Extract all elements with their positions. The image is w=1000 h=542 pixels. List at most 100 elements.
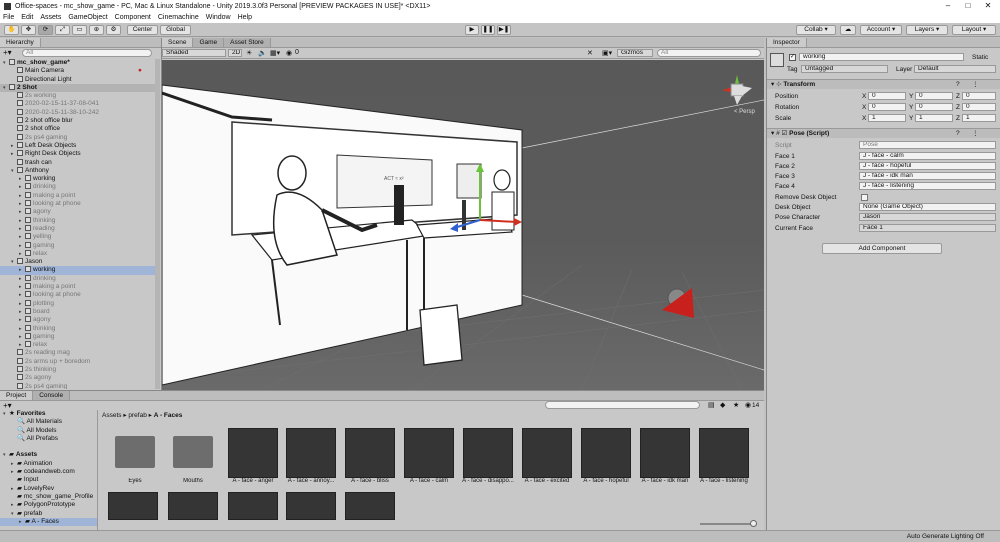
hierarchy-item[interactable]: Directional Light	[0, 75, 158, 84]
rotate-tool-icon[interactable]: ⟳	[38, 25, 53, 35]
hidden-objects-icon[interactable]: ◉	[286, 49, 292, 57]
asset-folder[interactable]: ▸ ▰ LovelyRev	[0, 485, 97, 493]
scene-viewport[interactable]: ACT ≈ x² < Persp	[162, 60, 764, 390]
hierarchy-item[interactable]: ▸ gaming	[0, 332, 158, 341]
hierarchy-item[interactable]: ▸ making a point	[0, 283, 158, 291]
position-x-field[interactable]: 0	[868, 92, 906, 100]
pause-button[interactable]: ❚❚	[481, 25, 495, 35]
asset-folder[interactable]: ▸ ▰ codeandweb.com	[0, 468, 97, 476]
filter-type-icon[interactable]: ▤	[708, 401, 715, 409]
static-toggle[interactable]: Static	[972, 54, 988, 61]
hierarchy-item[interactable]: 2s ps4 gaming	[0, 382, 158, 389]
face-prefab-thumbnail[interactable]	[522, 428, 572, 478]
tab-inspector[interactable]: Inspector	[767, 38, 807, 47]
hierarchy-item[interactable]: ▸ drinking	[0, 183, 158, 191]
favorite-item[interactable]: 🔍 All Models	[0, 427, 97, 435]
camera-icon[interactable]: ▣▾	[602, 49, 612, 57]
hierarchy-item[interactable]: ▸ relax	[0, 341, 158, 349]
asset-folder[interactable]: ▸ ▰ Animation	[0, 460, 97, 468]
favorite-item[interactable]: 🔍 All Materials	[0, 418, 97, 426]
face-1-field[interactable]: J - face - calm	[859, 152, 996, 160]
assets-header[interactable]: ▾ ▰ Assets	[0, 451, 97, 459]
asset-folder[interactable]: ▰ mc_show_game_Profile	[0, 493, 97, 501]
scale-y-field[interactable]: 1	[915, 114, 953, 122]
face-prefab-thumbnail[interactable]	[699, 428, 749, 478]
hierarchy-item[interactable]: ▸ looking at phone	[0, 291, 158, 299]
step-button[interactable]: ▶❚	[497, 25, 511, 35]
hierarchy-scrollbar[interactable]	[155, 59, 160, 389]
create-plus-icon[interactable]: +▾	[3, 48, 12, 57]
hierarchy-item[interactable]: 2s reading mag	[0, 349, 158, 357]
hierarchy-item[interactable]: 2s arms up + boredom	[0, 357, 158, 366]
menu-gameobject[interactable]: GameObject	[68, 14, 107, 21]
menu-assets[interactable]: Assets	[40, 14, 61, 21]
face-prefab-thumbnail[interactable]	[228, 492, 278, 520]
menu-cinemachine[interactable]: Cinemachine	[158, 14, 199, 21]
move-tool-icon[interactable]: ✥	[21, 25, 36, 35]
object-name-field[interactable]: working	[799, 53, 964, 61]
hierarchy-item[interactable]: ▸ relax	[0, 249, 158, 258]
hierarchy-item[interactable]: ▸ yelling	[0, 233, 158, 241]
audio-icon[interactable]: 🔈	[258, 49, 267, 57]
rotation-x-field[interactable]: 0	[868, 103, 906, 111]
face-prefab-thumbnail[interactable]	[168, 492, 218, 520]
persp-label[interactable]: < Persp	[734, 109, 756, 115]
tab-game[interactable]: Game	[193, 38, 225, 47]
hierarchy-item[interactable]: 2 shot office blur	[0, 117, 158, 125]
breadcrumb-current[interactable]: A - Faces	[154, 412, 183, 419]
hierarchy-item[interactable]: 2s ps4 gaming	[0, 133, 158, 142]
hierarchy-item[interactable]: 2 shot office	[0, 125, 158, 133]
minimize-icon[interactable]: –	[938, 0, 958, 12]
hierarchy-item[interactable]: ▸ board	[0, 307, 158, 316]
asset-folder[interactable]: ▰ Input	[0, 476, 97, 484]
favorite-item[interactable]: 🔍 All Prefabs	[0, 435, 97, 443]
hierarchy-item[interactable]: Main Camera ●	[0, 67, 158, 75]
folder-icon[interactable]	[115, 436, 155, 468]
slider-handle[interactable]	[750, 520, 757, 527]
close-icon[interactable]: ✕	[978, 0, 998, 12]
tab-project[interactable]: Project	[0, 391, 34, 400]
breadcrumb-assets[interactable]: Assets	[102, 412, 122, 419]
pose-character-dropdown[interactable]: Jason	[859, 213, 996, 221]
position-z-field[interactable]: 0	[962, 92, 996, 100]
face-prefab-thumbnail[interactable]	[345, 428, 395, 478]
hierarchy-item[interactable]: 2s thinking	[0, 365, 158, 374]
hierarchy-item[interactable]: 2020-02-15-11-37-08-041	[0, 100, 158, 108]
face-3-field[interactable]: J - face - idk man	[859, 172, 996, 180]
current-face-dropdown[interactable]: Face 1	[859, 224, 996, 232]
hierarchy-item[interactable]: trash can	[0, 158, 158, 167]
hierarchy-item[interactable]: ▸ thinking	[0, 324, 158, 333]
scene-search-input[interactable]: All	[657, 49, 761, 57]
hierarchy-item[interactable]: ▸ drinking	[0, 274, 158, 283]
hierarchy-item[interactable]: ▸ gaming	[0, 241, 158, 250]
mode-2d-toggle[interactable]: 2D	[228, 49, 242, 57]
scale-x-field[interactable]: 1	[868, 114, 906, 122]
hierarchy-item[interactable]: ▸ making a point	[0, 191, 158, 200]
hierarchy-item[interactable]: ▸ plotting	[0, 299, 158, 308]
tab-asset-store[interactable]: Asset Store	[224, 38, 271, 47]
play-button[interactable]: ▶	[465, 25, 479, 35]
component-settings-icon[interactable]: ⋮	[972, 80, 979, 90]
create-plus-icon[interactable]: +▾	[3, 401, 12, 410]
face-2-field[interactable]: J - face - hopeful	[859, 162, 996, 170]
layout-button[interactable]: Layout ▾	[952, 25, 996, 35]
hierarchy-search-input[interactable]: All	[22, 49, 152, 57]
hierarchy-item[interactable]: ▸ reading	[0, 224, 158, 233]
component-settings-icon[interactable]: ⋮	[972, 129, 979, 139]
face-prefab-thumbnail[interactable]	[108, 492, 158, 520]
transform-tool-icon[interactable]: ⊕	[89, 25, 104, 35]
menu-edit[interactable]: Edit	[21, 14, 33, 21]
hierarchy-item[interactable]: 2s agony	[0, 374, 158, 382]
shading-mode-dropdown[interactable]: Shaded	[162, 49, 226, 57]
tag-dropdown[interactable]: Untagged	[801, 65, 888, 73]
hierarchy-item[interactable]: ▸ Right Desk Objects	[0, 150, 158, 158]
rect-tool-icon[interactable]: ▭	[72, 25, 87, 35]
hierarchy-item[interactable]: 2020-02-15-11-38-10-242	[0, 108, 158, 117]
face-prefab-thumbnail[interactable]	[286, 428, 336, 478]
face-prefab-thumbnail[interactable]	[404, 428, 454, 478]
menu-file[interactable]: File	[3, 14, 14, 21]
rotation-y-field[interactable]: 0	[915, 103, 953, 111]
account-button[interactable]: Account ▾	[860, 25, 902, 35]
hierarchy-item[interactable]: ▸ agony	[0, 208, 158, 216]
asset-folder[interactable]: ▾ ▰ prefab	[0, 510, 97, 518]
